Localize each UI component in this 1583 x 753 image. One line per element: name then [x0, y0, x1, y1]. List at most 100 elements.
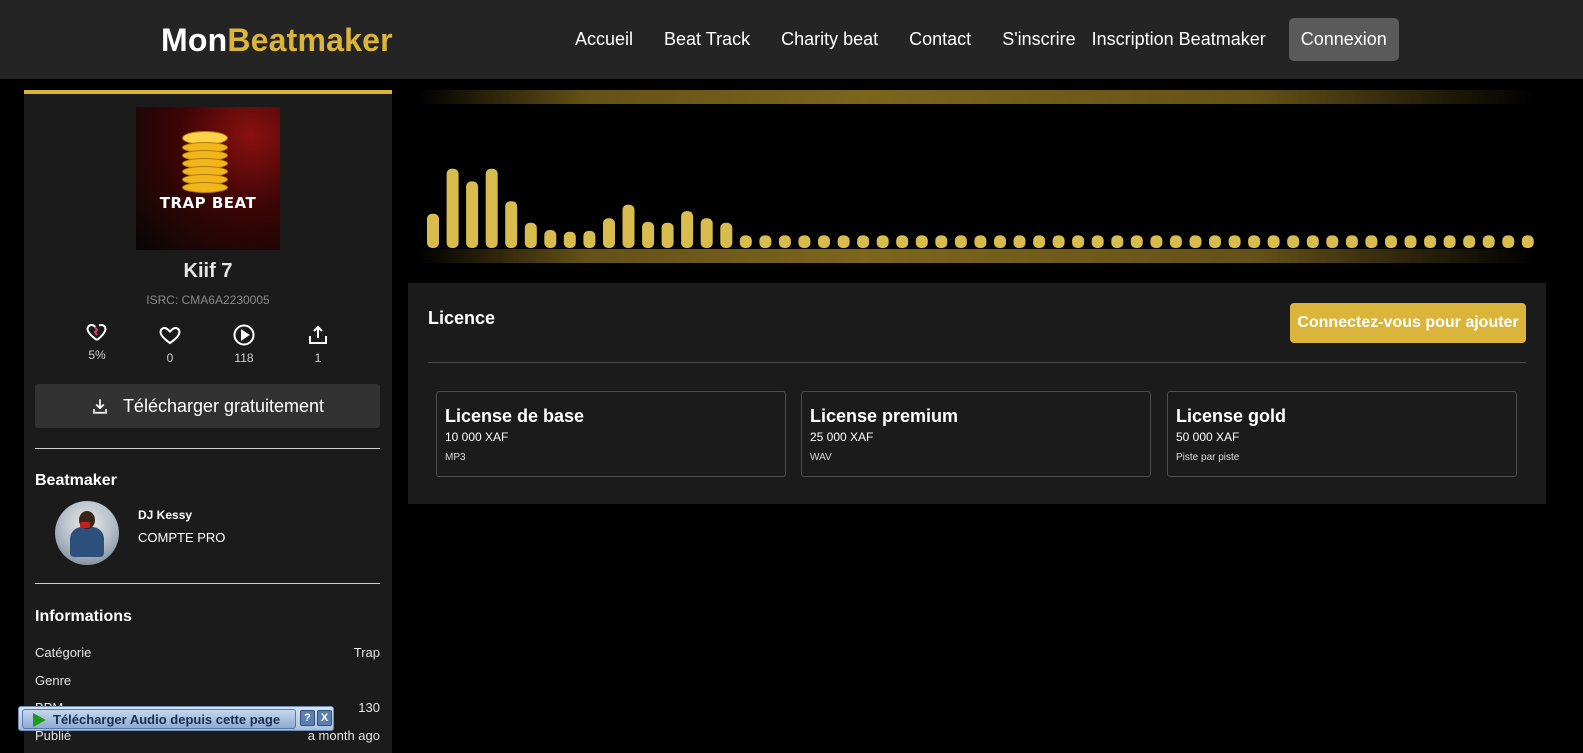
license-price: 50 000 XAF	[1176, 430, 1240, 444]
waveform-bar	[1521, 235, 1534, 248]
stat-likes[interactable]: 0	[145, 323, 195, 365]
waveform-bar	[1248, 235, 1261, 248]
waveform-bar	[661, 222, 674, 248]
info-value: Trap	[353, 645, 380, 660]
waveform-bar	[837, 235, 850, 248]
login-to-add-button[interactable]: Connectez-vous pour ajouter	[1290, 303, 1526, 343]
waveform-bar	[642, 221, 655, 248]
waveform-bar	[603, 218, 615, 248]
play-icon	[33, 713, 46, 727]
navbar: MonBeatmaker Accueil Beat Track Charity …	[0, 0, 1583, 79]
waveform-bar	[1033, 235, 1046, 248]
license-name: License de base	[445, 406, 585, 426]
informations-heading: Informations	[35, 608, 132, 625]
license-price: 10 000 XAF	[445, 430, 509, 444]
stat-plays-value: 118	[234, 351, 254, 365]
logo-text-gold: Beatmaker	[227, 22, 393, 58]
waveform-bars	[427, 168, 1534, 248]
waveform-bar	[622, 204, 635, 248]
license-price: 25 000 XAF	[810, 430, 874, 444]
close-button[interactable]: X	[317, 710, 332, 726]
stat-plays[interactable]: 118	[219, 323, 269, 365]
waveform-bar	[1306, 235, 1319, 248]
track-isrc: ISRC: CMA6A2230005	[146, 293, 270, 307]
waveform-bar	[1189, 235, 1202, 248]
waveform-bar	[1052, 235, 1065, 248]
beatmaker-heading: Beatmaker	[35, 472, 117, 489]
nav-link-accueil[interactable]: Accueil	[575, 29, 633, 50]
waveform-bar	[1091, 235, 1104, 248]
waveform-bar	[1209, 235, 1221, 248]
track-sidebar: TRAP BEAT Kiif 7 ISRC: CMA6A2230005 5% 0…	[24, 90, 392, 753]
nav-links: Accueil Beat Track Charity beat Contact …	[575, 18, 1399, 61]
waveform-bar	[1267, 235, 1280, 248]
stat-heart-percent[interactable]: 5%	[72, 320, 122, 362]
beatmaker-avatar[interactable]	[55, 501, 119, 565]
waveform-bar	[505, 201, 518, 248]
info-value: 130	[358, 700, 380, 715]
waveform-bar	[935, 235, 948, 248]
divider	[428, 362, 1526, 363]
waveform-bar	[876, 235, 889, 248]
audio-waveform[interactable]	[418, 90, 1536, 263]
stat-heart-percent-value: 5%	[88, 348, 106, 362]
license-card-premium[interactable]: License premium 25 000 XAF WAV	[801, 391, 1151, 477]
waveform-bar	[544, 230, 557, 248]
waveform-bar	[681, 211, 694, 248]
waveform-bar	[1013, 235, 1026, 248]
divider	[35, 583, 380, 584]
cover-text: TRAP BEAT	[159, 194, 257, 212]
waveform-bar	[1463, 235, 1476, 248]
divider	[35, 448, 380, 449]
beatmaker-name[interactable]: DJ Kessy	[138, 508, 192, 522]
stat-shares[interactable]: 1	[293, 323, 343, 365]
share-icon	[309, 325, 327, 344]
login-button[interactable]: Connexion	[1288, 18, 1399, 61]
licence-title: Licence	[428, 308, 496, 328]
beatmaker-account-type: COMPTE PRO	[138, 530, 226, 545]
info-key: Genre	[35, 673, 72, 688]
license-format: MP3	[445, 452, 466, 463]
waveform-bar	[720, 222, 733, 248]
heart-icon	[159, 326, 181, 345]
waveform-bar	[954, 235, 967, 248]
waveform-bar	[1130, 235, 1143, 248]
broken-heart-icon	[86, 323, 107, 341]
waveform-bar	[994, 235, 1006, 248]
nav-link-charity-beat[interactable]: Charity beat	[781, 29, 878, 50]
help-button[interactable]: ?	[300, 710, 315, 726]
waveform-bar	[974, 235, 987, 248]
license-format: Piste par piste	[1176, 452, 1240, 463]
licence-panel: Licence Connectez-vous pour ajouter Lice…	[408, 283, 1546, 504]
waveform-bar	[1111, 235, 1124, 248]
download-audio-label: Télécharger Audio depuis cette page	[53, 712, 281, 727]
track-cover-image: TRAP BEAT	[136, 107, 280, 250]
waveform-bar	[1072, 235, 1085, 248]
stat-likes-value: 0	[166, 351, 174, 365]
waveform-bar	[1385, 235, 1397, 248]
logo-text-white: Mon	[161, 22, 228, 58]
waveform-bar	[1228, 235, 1241, 248]
license-name: License gold	[1176, 406, 1287, 426]
waveform-bar	[1365, 235, 1378, 248]
coins-icon	[182, 131, 228, 193]
info-key: Catégorie	[35, 645, 92, 660]
site-logo[interactable]: MonBeatmaker	[161, 22, 393, 59]
license-card-base[interactable]: License de base 10 000 XAF MP3	[436, 391, 786, 477]
nav-link-inscription-beatmaker[interactable]: Inscription Beatmaker	[1092, 29, 1266, 50]
nav-link-beat-track[interactable]: Beat Track	[664, 29, 750, 50]
waveform-bar	[700, 218, 713, 248]
nav-link-sinscrire[interactable]: S'inscrire	[1002, 29, 1075, 50]
download-audio-button[interactable]: Télécharger Audio depuis cette page	[22, 709, 296, 729]
waveform-bar	[1443, 235, 1456, 248]
waveform-bar	[563, 231, 576, 248]
waveform-bar	[1345, 235, 1358, 248]
waveform-bar	[1482, 235, 1495, 248]
free-download-button[interactable]: Télécharger gratuitement	[35, 384, 380, 428]
waveform-bar	[1404, 235, 1417, 248]
waveform-bar	[759, 235, 772, 248]
nav-link-contact[interactable]: Contact	[909, 29, 971, 50]
license-name: License premium	[810, 406, 959, 426]
waveform-bar	[818, 235, 830, 248]
license-card-gold[interactable]: License gold 50 000 XAF Piste par piste	[1167, 391, 1517, 477]
